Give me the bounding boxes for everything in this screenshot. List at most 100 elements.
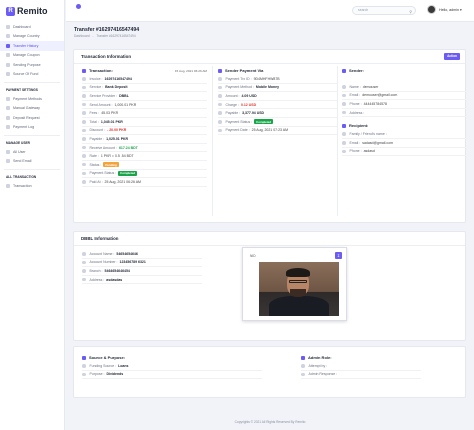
info-label: Funding Source : <box>89 363 117 368</box>
info-value: 1,000.01 PKR <box>114 102 137 107</box>
info-value: 1,045.01 PKR <box>100 119 123 124</box>
sidebar-item-transaction[interactable]: Transaction <box>0 181 64 191</box>
transaction-column: Transaction: 15 Aug, 2021 06:26 AM Invoi… <box>82 66 207 187</box>
sidebar-heading-user: MANAGE USER <box>6 141 30 145</box>
search-icon[interactable]: ⚲ <box>409 9 412 16</box>
card-title: DBBL Information <box>81 236 119 241</box>
bullet-icon <box>218 111 222 115</box>
sidebar-item-send-email[interactable]: Send Email <box>0 157 64 167</box>
column-divider <box>337 66 338 216</box>
sidebar-item-transfer-history[interactable]: Transfer History <box>0 41 64 51</box>
info-row: Account Number :123456789 6321 <box>82 259 202 268</box>
sidebar-item-payment-log[interactable]: Payment Log <box>0 123 64 133</box>
user-menu[interactable]: Hello, admin ▾ <box>439 8 462 12</box>
bullet-icon <box>342 149 346 154</box>
info-label: Fees : <box>89 111 100 116</box>
bullet-icon <box>82 171 86 176</box>
sidebar: R Remito Dashboard Manage Country Transfer… <box>0 0 65 430</box>
info-value: sadasd@gmail.com <box>362 140 393 145</box>
sidebar-transaction-nav: Transaction <box>0 181 64 191</box>
transaction-rows: Invoice :16297416547494 Service : Bank Dep… <box>82 75 207 187</box>
info-value: 123456789 6321 <box>119 260 146 265</box>
info-label: Family / Friend's name : <box>349 132 387 137</box>
user-icon <box>342 123 346 128</box>
info-row: Service : Bank Deposit <box>82 84 207 93</box>
transaction-icon <box>82 68 86 73</box>
search-input[interactable]: search ⚲ <box>352 6 416 15</box>
avatar[interactable] <box>427 5 436 14</box>
info-label: Send Amount : <box>89 102 113 107</box>
footer: Copyrights © 2021 All Rights Reserved By… <box>234 420 306 424</box>
transaction-info-card: Transaction Information Action Transacti… <box>73 49 467 223</box>
sidebar-item-label: Manage Coupon <box>13 53 40 58</box>
menu-toggle-icon[interactable] <box>76 4 81 9</box>
info-row: Account Name :54654654646 <box>82 250 202 259</box>
photo-suit <box>269 296 329 316</box>
info-value: demouser <box>362 84 379 89</box>
info-row: Payment Status : Completed <box>82 170 207 179</box>
photo-beard <box>290 289 306 297</box>
column-divider <box>212 66 213 216</box>
purpose-icon <box>6 62 10 67</box>
sidebar-item-manage-coupon[interactable]: Manage Coupon <box>0 51 64 61</box>
sidebar-item-source-of-fund[interactable]: Source Of Fund <box>0 70 64 80</box>
sidebar-item-payment-methods[interactable]: Payment Methods <box>0 94 64 104</box>
bullet-icon <box>82 77 86 81</box>
breadcrumb-home[interactable]: Dashboard <box>74 34 90 38</box>
info-label: Service Provider : <box>89 93 118 98</box>
info-value: 25 Aug, 2021 07:23 AM <box>251 128 289 133</box>
sidebar-item-manual-gateway[interactable]: Manual Gateway <box>0 104 64 114</box>
info-label: Receive Amount : <box>89 145 117 150</box>
info-row: Payment Trx ID :9D4MHFHW87B <box>218 75 338 84</box>
info-label: Attempt by : <box>308 363 328 368</box>
sidebar-item-deposit-request[interactable]: Deposit Request <box>0 113 64 123</box>
sidebar-divider <box>4 135 60 136</box>
source-purpose-card: Source & Purpose: Funding Source : Loans P… <box>73 346 466 398</box>
info-value: - 20.00 PKR <box>107 128 127 133</box>
info-label: Address : <box>89 277 105 282</box>
sidebar-item-dashboard[interactable]: Dashboard <box>0 22 64 32</box>
bullet-icon <box>342 93 346 98</box>
mail-icon <box>6 159 10 164</box>
breadcrumb-separator: - <box>92 34 94 38</box>
action-button[interactable]: Action <box>444 53 460 60</box>
info-value: 617.24 BDT <box>118 145 138 150</box>
info-value: 4.09 USD <box>241 93 257 98</box>
sidebar-item-manage-country[interactable]: Manage Country <box>0 32 64 42</box>
sidebar-item-all-user[interactable]: All User <box>0 147 64 157</box>
bullet-icon <box>218 128 222 133</box>
info-label: Payment Status : <box>225 119 253 124</box>
info-row: Status : Pending <box>82 161 207 170</box>
info-row: Charge :0.12 USD <box>218 101 338 110</box>
sidebar-item-sending-purpose[interactable]: Sending Purpose <box>0 60 64 70</box>
info-row: Payment Status : Completed <box>218 118 338 127</box>
info-label: Branch : <box>89 268 103 273</box>
bullet-icon <box>82 85 86 90</box>
id-photo[interactable] <box>259 262 339 316</box>
info-label: Charge : <box>225 102 239 107</box>
card-header: Transaction Information Action <box>74 50 465 64</box>
bullet-icon <box>82 372 86 377</box>
sidebar-main-nav: Dashboard Manage Country Transfer History M… <box>0 22 64 79</box>
sidebar-user-nav: All User Send Email <box>0 147 64 166</box>
sidebar-item-label: Deposit Request <box>13 115 40 120</box>
status-badge: Completed <box>254 119 274 125</box>
info-row: Phone :444445784578 <box>342 100 467 109</box>
info-label: Payable : <box>225 111 241 116</box>
status-badge: Pending <box>103 162 119 168</box>
bullet-icon <box>82 162 86 167</box>
info-row: Rate :1 PKR = 0.5 .54 BDT <box>82 152 207 161</box>
breadcrumb-current: Transfer #162974165474​94 <box>96 34 136 38</box>
info-row: Purpose : Dividends <box>82 371 262 380</box>
info-value: asdasdas <box>106 277 123 282</box>
sidebar-item-label: Source Of Fund <box>13 72 39 77</box>
transaction-icon <box>6 183 10 188</box>
download-icon[interactable]: ↧ <box>335 252 342 259</box>
brand[interactable]: R Remito <box>0 0 64 22</box>
info-label: Paid At : <box>89 179 103 184</box>
info-value: 5464654646454 <box>104 268 130 273</box>
card-icon <box>6 96 10 101</box>
info-value: 16297416547494 <box>104 76 132 81</box>
info-value: Bank Deposit <box>105 85 128 90</box>
purpose-icon <box>82 355 86 360</box>
